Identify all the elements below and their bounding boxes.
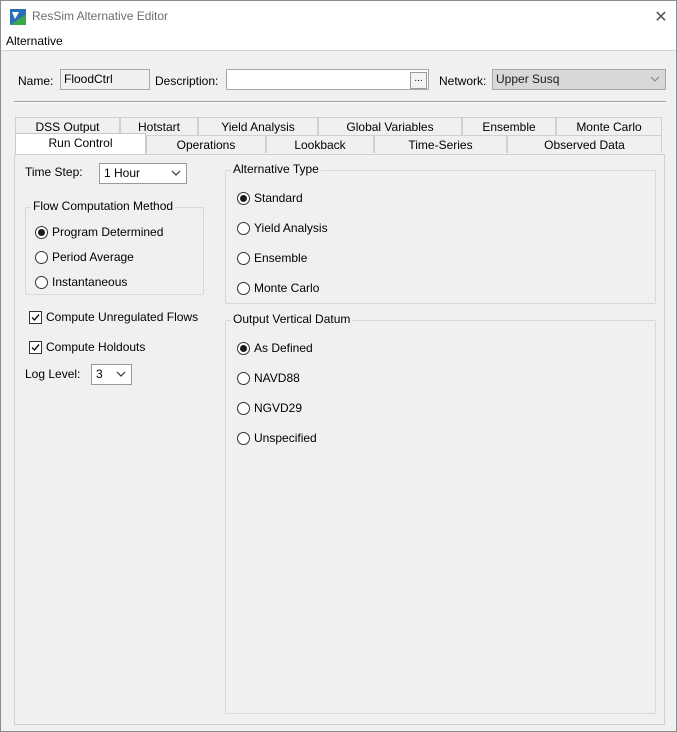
description-browse-button[interactable]: ...	[410, 72, 427, 89]
network-value: Upper Susq	[496, 72, 560, 86]
tab-time-series[interactable]: Time-Series	[374, 135, 507, 153]
run-control-panel: Time Step: 1 Hour Flow Computation Metho…	[14, 154, 665, 725]
header-panel: Name: FloodCtrl Description: ... Network…	[9, 65, 667, 97]
radio-program-determined[interactable]: Program Determined	[35, 224, 163, 240]
log-level-select[interactable]: 3	[91, 364, 132, 385]
radio-label: Instantaneous	[52, 275, 128, 289]
radio-button[interactable]	[237, 221, 250, 235]
tab-yield-analysis[interactable]: Yield Analysis	[198, 117, 318, 135]
radio-button[interactable]	[35, 225, 48, 239]
alternative-type-group: Alternative Type Standard Yield Analysis…	[225, 162, 656, 304]
log-level-label: Log Level:	[25, 367, 81, 381]
radio-unspecified[interactable]: Unspecified	[237, 430, 317, 446]
radio-label: Program Determined	[52, 225, 164, 239]
chevron-down-icon	[650, 76, 660, 82]
radio-label: Monte Carlo	[254, 281, 320, 295]
close-icon[interactable]: ✕	[646, 1, 676, 32]
chevron-down-icon	[116, 371, 126, 377]
radio-button[interactable]	[237, 341, 250, 355]
radio-period-average[interactable]: Period Average	[35, 249, 134, 265]
description-label: Description:	[155, 74, 219, 88]
radio-label: Unspecified	[254, 431, 317, 445]
header-separator	[14, 101, 666, 103]
name-label: Name:	[18, 74, 54, 88]
checkbox-label: Compute Unregulated Flows	[46, 310, 199, 324]
compute-holdouts-checkbox[interactable]: Compute Holdouts	[29, 339, 145, 355]
network-select[interactable]: Upper Susq	[492, 69, 666, 90]
name-field[interactable]: FloodCtrl	[60, 69, 150, 90]
tab-global-variables[interactable]: Global Variables	[318, 117, 462, 135]
radio-button[interactable]	[237, 281, 250, 295]
radio-button[interactable]	[237, 371, 250, 385]
radio-instantaneous[interactable]: Instantaneous	[35, 274, 127, 290]
chevron-down-icon	[171, 170, 181, 176]
radio-button[interactable]	[237, 401, 250, 415]
radio-label: Period Average	[52, 250, 134, 264]
flow-method-group: Flow Computation Method Program Determin…	[25, 199, 204, 295]
radio-ensemble[interactable]: Ensemble	[237, 250, 307, 266]
radio-label: NAVD88	[254, 371, 300, 385]
radio-standard[interactable]: Standard	[237, 190, 303, 206]
network-label: Network:	[439, 74, 487, 88]
radio-label: NGVD29	[254, 401, 303, 415]
alternative-editor-window: ResSim Alternative Editor ✕ Alternative …	[0, 0, 677, 732]
tab-ensemble[interactable]: Ensemble	[462, 117, 556, 135]
checkbox[interactable]	[29, 340, 42, 354]
radio-ngvd29[interactable]: NGVD29	[237, 400, 302, 416]
radio-monte-carlo[interactable]: Monte Carlo	[237, 280, 319, 296]
description-field[interactable]	[226, 69, 429, 90]
radio-button[interactable]	[237, 191, 250, 205]
radio-label: Ensemble	[254, 251, 308, 265]
radio-label: As Defined	[254, 341, 313, 355]
tab-observed-data[interactable]: Observed Data	[507, 135, 662, 153]
radio-button[interactable]	[35, 250, 48, 264]
checkbox[interactable]	[29, 310, 42, 324]
tab-run-control[interactable]: Run Control	[15, 133, 146, 154]
time-step-label: Time Step:	[25, 165, 83, 179]
tab-monte-carlo[interactable]: Monte Carlo	[556, 117, 662, 135]
checkbox-label: Compute Holdouts	[46, 340, 146, 354]
log-level-value: 3	[96, 367, 103, 381]
output-vertical-datum-title: Output Vertical Datum	[231, 312, 353, 326]
radio-button[interactable]	[237, 431, 250, 445]
checkmark-icon	[31, 313, 40, 321]
radio-yield-analysis[interactable]: Yield Analysis	[237, 220, 328, 236]
flow-method-title: Flow Computation Method	[31, 199, 176, 213]
tab-operations[interactable]: Operations	[146, 135, 266, 153]
window-title: ResSim Alternative Editor	[32, 9, 169, 23]
alternative-type-title: Alternative Type	[231, 162, 321, 176]
radio-as-defined[interactable]: As Defined	[237, 340, 313, 356]
ressim-app-icon	[10, 9, 26, 25]
time-step-value: 1 Hour	[104, 166, 141, 180]
compute-unregulated-checkbox[interactable]: Compute Unregulated Flows	[29, 309, 198, 325]
output-vertical-datum-group: Output Vertical Datum As Defined NAVD88 …	[225, 312, 656, 714]
radio-button[interactable]	[35, 275, 48, 289]
radio-navd88[interactable]: NAVD88	[237, 370, 300, 386]
radio-label: Yield Analysis	[254, 221, 328, 235]
menu-bar: Alternative	[1, 32, 676, 51]
radio-label: Standard	[254, 191, 303, 205]
menu-alternative[interactable]: Alternative	[6, 34, 63, 48]
title-bar: ResSim Alternative Editor ✕	[1, 1, 676, 32]
checkmark-icon	[31, 343, 40, 351]
time-step-select[interactable]: 1 Hour	[99, 163, 187, 184]
tab-lookback[interactable]: Lookback	[266, 135, 374, 153]
radio-button[interactable]	[237, 251, 250, 265]
